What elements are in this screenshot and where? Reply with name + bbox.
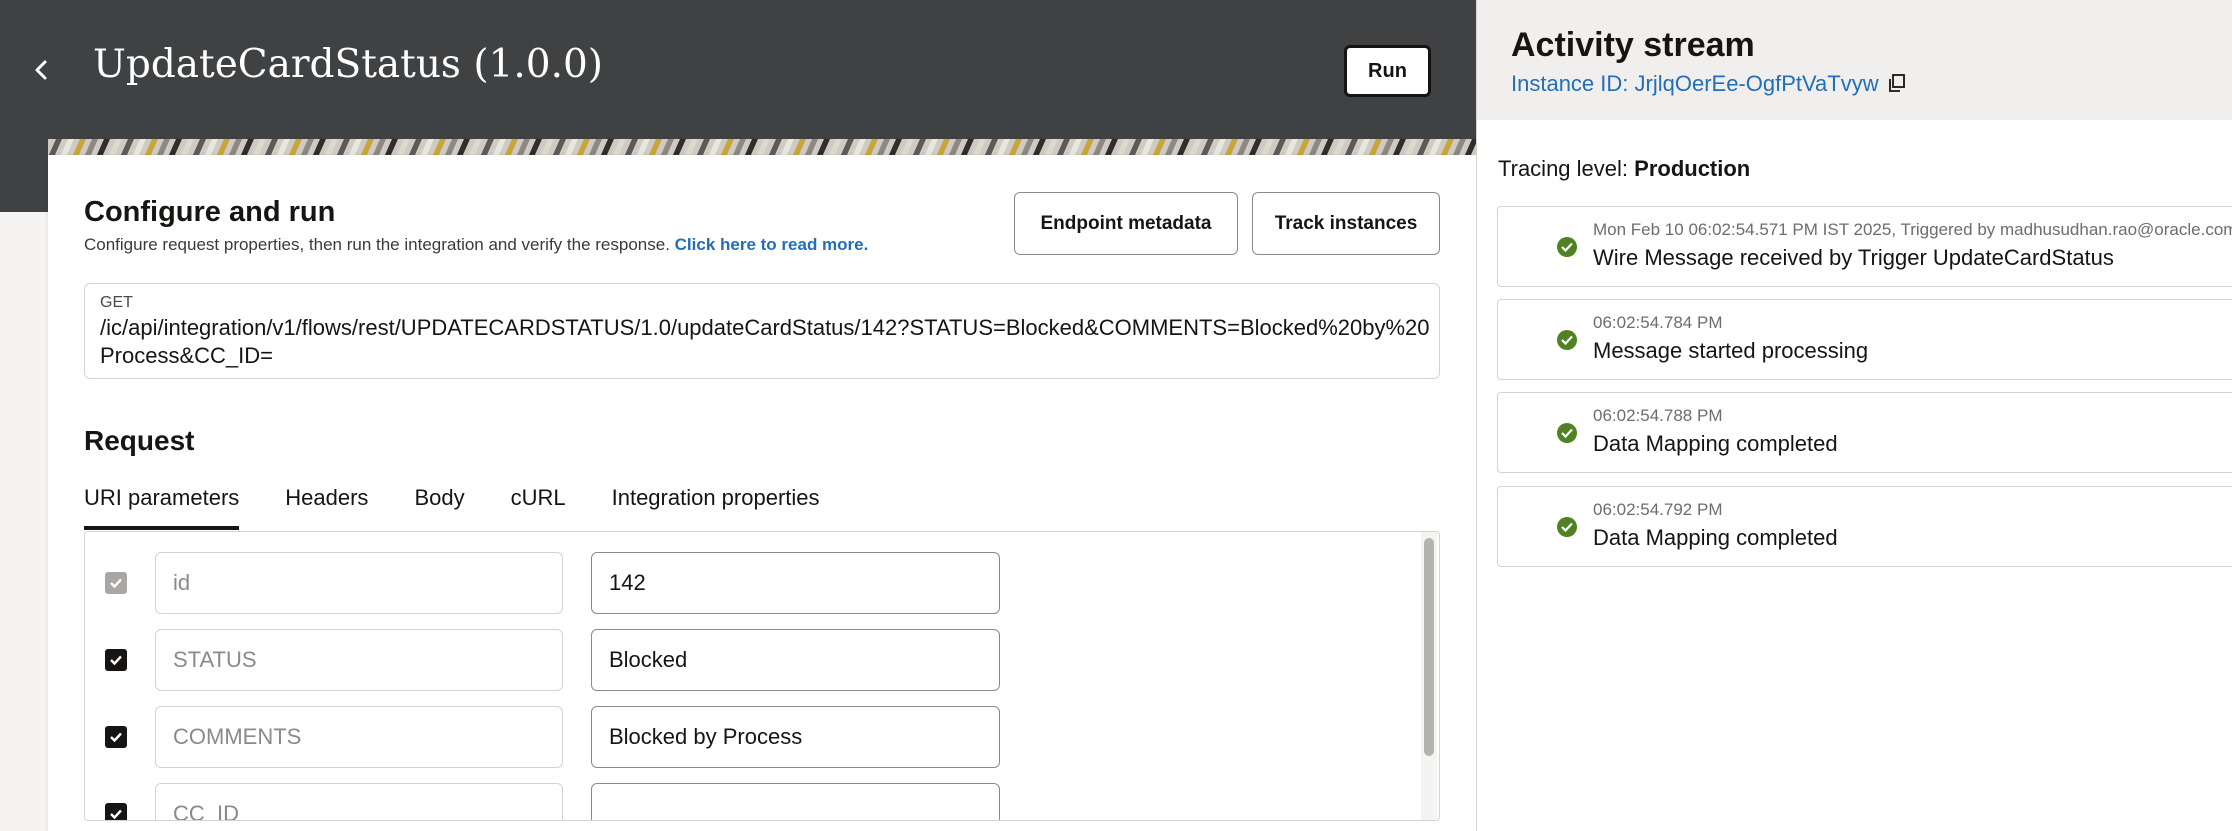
event-message: Wire Message received by Trigger UpdateC… xyxy=(1593,245,2114,270)
activity-stream-title: Activity stream xyxy=(1511,26,1755,64)
activity-stream-header: Activity stream Instance ID: JrjlqOerEe-… xyxy=(1477,0,2232,120)
success-icon xyxy=(1557,517,1577,537)
track-instances-button[interactable]: Track instances xyxy=(1252,192,1440,255)
param-name-field[interactable]: COMMENTS xyxy=(155,706,563,768)
success-icon xyxy=(1557,237,1577,257)
event-message: Data Mapping completed xyxy=(1593,525,1838,550)
activity-event: 06:02:54.784 PM Message started processi… xyxy=(1497,299,2232,380)
back-button[interactable] xyxy=(22,50,62,90)
checkmark-icon xyxy=(110,655,122,666)
instance-id-text: Instance ID: JrjlqOerEe-OgfPtVaTvyw xyxy=(1511,71,1879,96)
run-button[interactable]: Run xyxy=(1344,45,1431,97)
endpoint-url-box: GET /ic/api/integration/v1/flows/rest/UP… xyxy=(84,283,1440,379)
param-checkbox[interactable] xyxy=(105,572,127,594)
endpoint-url: /ic/api/integration/v1/flows/rest/UPDATE… xyxy=(100,315,1430,368)
activity-event: Mon Feb 10 06:02:54.571 PM IST 2025, Tri… xyxy=(1497,206,2232,287)
param-checkbox[interactable] xyxy=(105,649,127,671)
event-time: 06:02:54.788 PM xyxy=(1593,406,1723,425)
uri-parameters-list: id 142 STATUS Blocked COMMENTS Blocked b… xyxy=(84,531,1440,821)
http-method: GET xyxy=(100,294,133,311)
param-row: STATUS Blocked xyxy=(85,629,1415,693)
checkmark-icon xyxy=(110,809,122,820)
checkmark-icon xyxy=(110,732,122,743)
tracing-level-value: Production xyxy=(1634,156,1751,181)
param-row: CC_ID xyxy=(85,783,1415,820)
event-time: 06:02:54.784 PM xyxy=(1593,313,1723,332)
configure-run-card: Configure and run Configure request prop… xyxy=(48,155,1476,831)
configure-title: Configure and run xyxy=(84,196,336,228)
tab-uri-parameters[interactable]: URI parameters xyxy=(84,480,240,530)
chevron-left-icon xyxy=(35,60,47,80)
tab-curl[interactable]: cURL xyxy=(511,480,566,530)
event-message: Message started processing xyxy=(1593,338,1869,363)
endpoint-metadata-button[interactable]: Endpoint metadata xyxy=(1014,192,1238,255)
request-tabs: URI parameters Headers Body cURL Integra… xyxy=(84,480,866,530)
page-title: UpdateCardStatus (1.0.0) xyxy=(93,42,604,87)
main-area: UpdateCardStatus (1.0.0) Run Configure a… xyxy=(0,0,1476,831)
copy-icon[interactable] xyxy=(1887,73,1909,95)
tab-body[interactable]: Body xyxy=(414,480,464,530)
tracing-level: Tracing level: Production xyxy=(1498,156,1750,182)
param-name-field[interactable]: STATUS xyxy=(155,629,563,691)
activity-stream-panel: Activity stream Instance ID: JrjlqOerEe-… xyxy=(1476,0,2232,831)
event-time: 06:02:54.792 PM xyxy=(1593,500,1723,519)
success-icon xyxy=(1557,423,1577,443)
param-value-field[interactable] xyxy=(591,783,1000,820)
param-row: COMMENTS Blocked by Process xyxy=(85,706,1415,770)
param-name-field[interactable]: CC_ID xyxy=(155,783,563,820)
scrollbar[interactable] xyxy=(1421,532,1437,820)
activity-event: 06:02:54.792 PM Data Mapping completed xyxy=(1497,486,2232,567)
read-more-link[interactable]: Click here to read more. xyxy=(675,235,869,254)
event-time: Mon Feb 10 06:02:54.571 PM IST 2025, Tri… xyxy=(1593,220,2232,239)
param-name-field[interactable]: id xyxy=(155,552,563,614)
tracing-level-label: Tracing level: xyxy=(1498,156,1629,181)
tab-headers[interactable]: Headers xyxy=(285,480,368,530)
param-row: id 142 xyxy=(85,552,1415,616)
activity-event: 06:02:54.788 PM Data Mapping completed xyxy=(1497,392,2232,473)
param-checkbox[interactable] xyxy=(105,726,127,748)
param-value-field[interactable]: 142 xyxy=(591,552,1000,614)
configure-subtitle-text: Configure request properties, then run t… xyxy=(84,235,670,254)
tab-integration-properties[interactable]: Integration properties xyxy=(612,480,820,530)
scrollbar-thumb[interactable] xyxy=(1424,538,1434,756)
param-value-field[interactable]: Blocked by Process xyxy=(591,706,1000,768)
param-checkbox[interactable] xyxy=(105,803,127,820)
configure-subtitle: Configure request properties, then run t… xyxy=(84,235,868,255)
param-value-field[interactable]: Blocked xyxy=(591,629,1000,691)
success-icon xyxy=(1557,330,1577,350)
event-message: Data Mapping completed xyxy=(1593,431,1838,456)
checkmark-icon xyxy=(110,578,122,589)
instance-id: Instance ID: JrjlqOerEe-OgfPtVaTvyw xyxy=(1511,71,1909,97)
request-title: Request xyxy=(84,425,195,456)
